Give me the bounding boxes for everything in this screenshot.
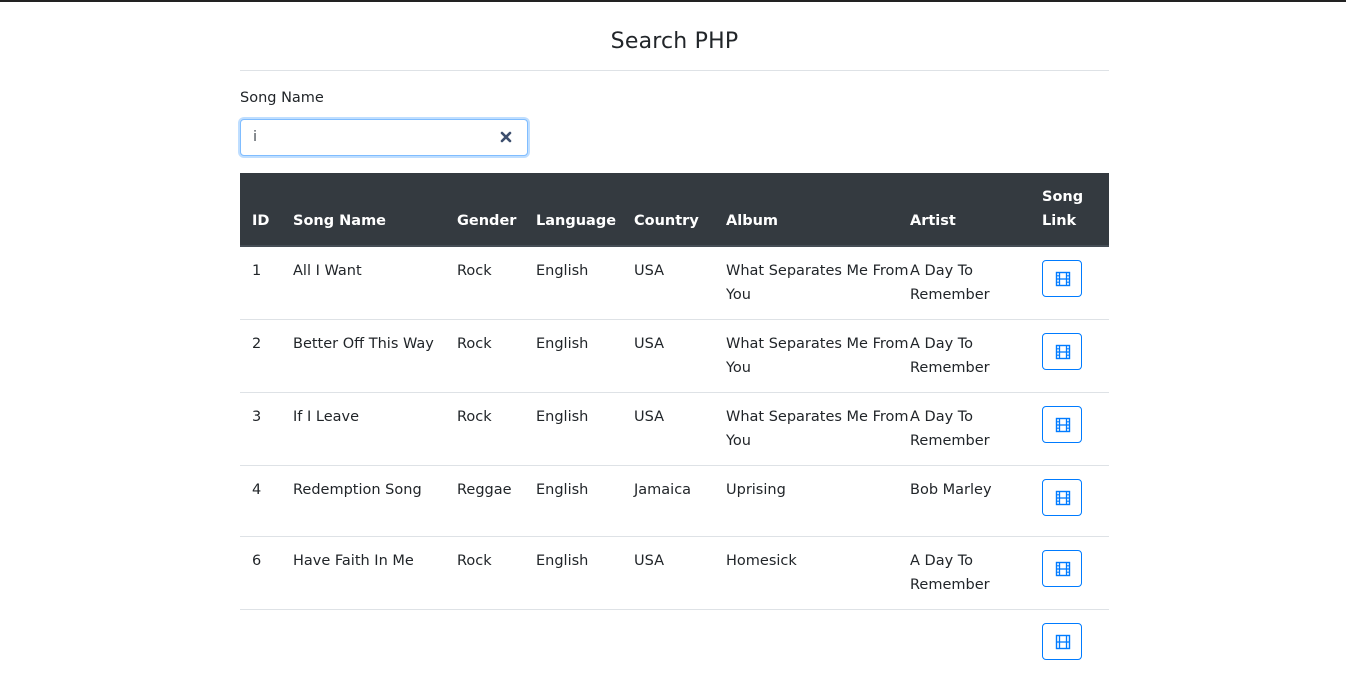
song-link-button[interactable] — [1042, 623, 1082, 660]
cell-language: English — [536, 392, 634, 466]
song-link-button[interactable] — [1042, 406, 1082, 443]
cell-song-link — [1042, 465, 1109, 537]
cell-artist: A Day To Remember — [910, 319, 1042, 393]
table-row: 2 Better Off This Way Rock English USA W… — [240, 319, 1109, 393]
header-song-name: Song Name — [293, 173, 457, 247]
song-name-label: Song Name — [240, 90, 324, 106]
table-row: 3 If I Leave Rock English USA What Separ… — [240, 392, 1109, 466]
cell-artist: A Day To Remember — [910, 536, 1042, 610]
header-row: ID Song Name Gender Language Country Alb… — [240, 173, 1109, 247]
header-album: Album — [726, 173, 910, 247]
title-divider — [240, 70, 1109, 71]
header-id: ID — [240, 173, 293, 247]
song-link-button[interactable] — [1042, 479, 1082, 516]
film-icon — [1055, 490, 1071, 506]
cell-country: USA — [634, 536, 726, 610]
cell-song-name: Redemption Song — [293, 465, 457, 537]
film-icon — [1055, 634, 1071, 650]
table-row — [240, 609, 1109, 683]
table-row: 4 Redemption Song Reggae English Jamaica… — [240, 465, 1109, 537]
cell-song-link — [1042, 392, 1109, 466]
cell-id: 3 — [240, 392, 293, 466]
cell-language: English — [536, 465, 634, 537]
song-link-button[interactable] — [1042, 260, 1082, 297]
cell-country: USA — [634, 245, 726, 320]
cell-song-link — [1042, 245, 1109, 320]
cell-album: What Separates Me From You — [726, 392, 910, 466]
cell-gender: Rock — [457, 319, 536, 393]
cell-language: English — [536, 245, 634, 320]
cell-gender: Reggae — [457, 465, 536, 537]
cell-song-name: Better Off This Way — [293, 319, 457, 393]
table-header: ID Song Name Gender Language Country Alb… — [240, 173, 1109, 247]
cell-album: Uprising — [726, 465, 910, 537]
film-icon — [1055, 271, 1071, 287]
cell-gender: Rock — [457, 536, 536, 610]
cell-country: USA — [634, 392, 726, 466]
header-country: Country — [634, 173, 726, 247]
table-row: 6 Have Faith In Me Rock English USA Home… — [240, 536, 1109, 610]
songs-table: ID Song Name Gender Language Country Alb… — [240, 173, 1109, 683]
cell-song-link — [1042, 319, 1109, 393]
cell-song-name: All I Want — [293, 245, 457, 320]
table-row: 1 All I Want Rock English USA What Separ… — [240, 245, 1109, 320]
cell-song-name: If I Leave — [293, 392, 457, 466]
close-icon[interactable] — [499, 130, 513, 144]
song-link-button[interactable] — [1042, 333, 1082, 370]
film-icon — [1055, 344, 1071, 360]
cell-id: 4 — [240, 465, 293, 537]
header-song-link: Song Link — [1042, 173, 1109, 247]
cell-language: English — [536, 319, 634, 393]
header-language: Language — [536, 173, 634, 247]
search-input[interactable] — [253, 120, 493, 155]
cell-album: Homesick — [726, 536, 910, 610]
film-icon — [1055, 561, 1071, 577]
cell-song-link — [1042, 609, 1109, 683]
cell-country: USA — [634, 319, 726, 393]
cell-artist: A Day To Remember — [910, 245, 1042, 320]
cell-gender: Rock — [457, 245, 536, 320]
cell-id: 2 — [240, 319, 293, 393]
song-link-button[interactable] — [1042, 550, 1082, 587]
main-container: Search PHP Song Name ID Song Name Gender… — [240, 0, 1109, 683]
cell-artist: Bob Marley — [910, 465, 1042, 537]
cell-song-name: Have Faith In Me — [293, 536, 457, 610]
cell-artist: A Day To Remember — [910, 392, 1042, 466]
header-artist: Artist — [910, 173, 1042, 247]
cell-id: 1 — [240, 245, 293, 320]
page-title: Search PHP — [610, 29, 739, 54]
header-gender: Gender — [457, 173, 536, 247]
cell-country: Jamaica — [634, 465, 726, 537]
cell-gender: Rock — [457, 392, 536, 466]
search-box — [240, 119, 528, 156]
cell-album: What Separates Me From You — [726, 245, 910, 320]
cell-song-link — [1042, 536, 1109, 610]
cell-language: English — [536, 536, 634, 610]
cell-album: What Separates Me From You — [726, 319, 910, 393]
table-body: 1 All I Want Rock English USA What Separ… — [240, 245, 1109, 683]
film-icon — [1055, 417, 1071, 433]
cell-id: 6 — [240, 536, 293, 610]
